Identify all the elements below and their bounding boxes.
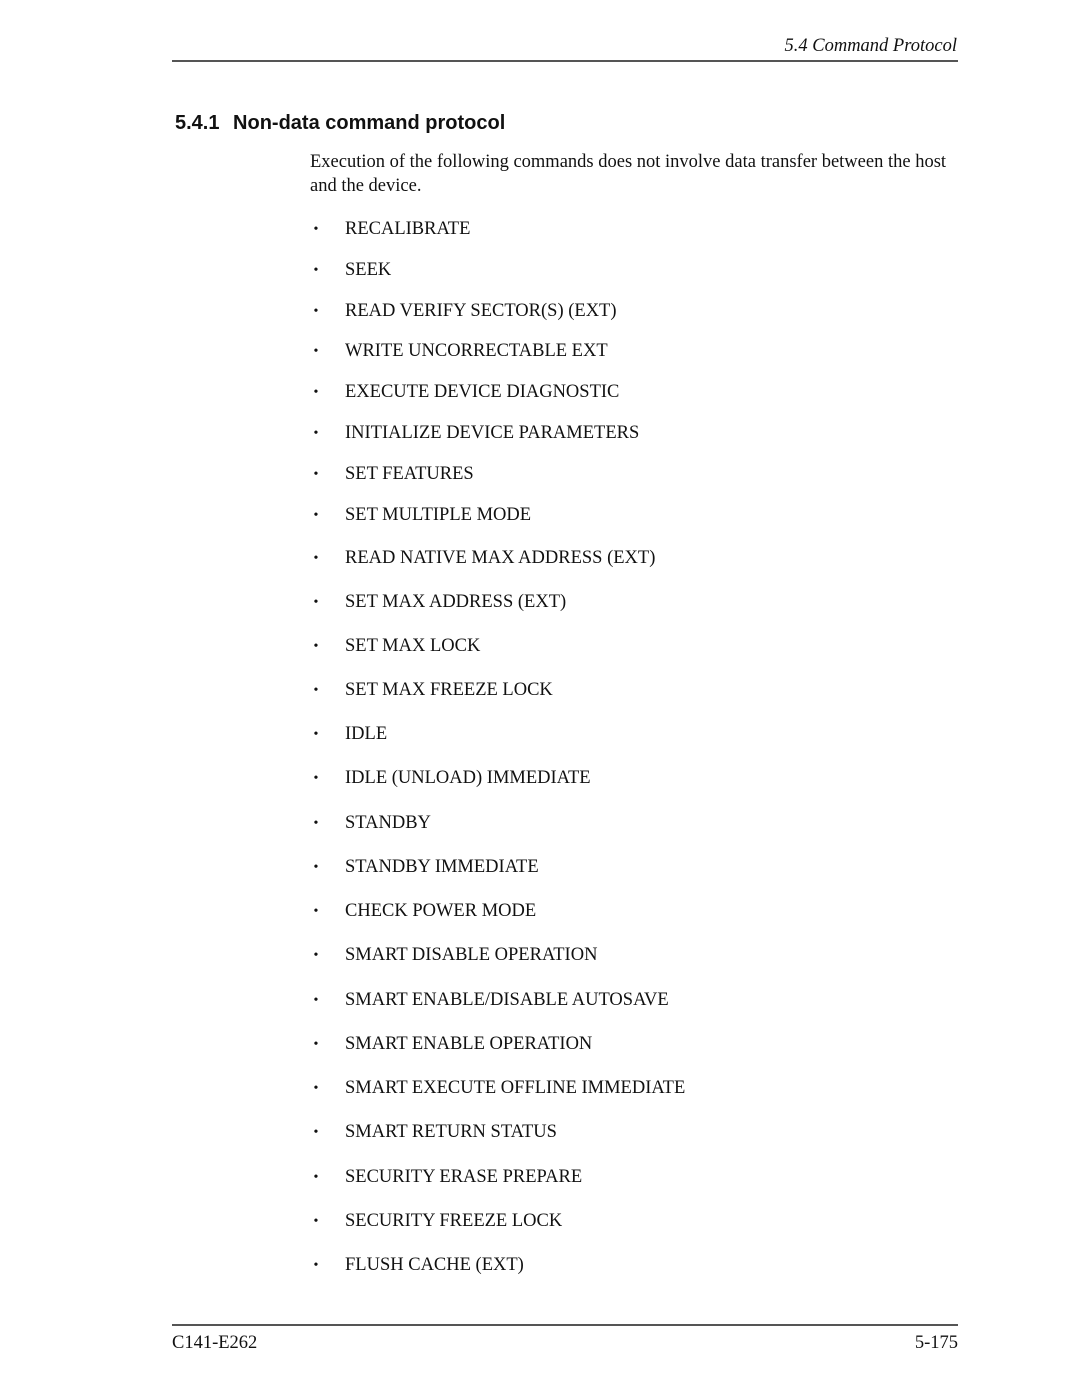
command-list-item: • WRITE UNCORRECTABLE EXT: [305, 339, 905, 363]
bullet-icon: •: [313, 948, 319, 963]
command-name: FLUSH CACHE (EXT): [345, 1255, 524, 1275]
bullet-icon: •: [313, 344, 319, 359]
running-header: 5.4 Command Protocol: [784, 36, 958, 56]
command-list-item: • SECURITY ERASE PREPARE: [305, 1165, 905, 1189]
bullet-icon: •: [313, 1214, 319, 1229]
command-name: SECURITY ERASE PREPARE: [345, 1167, 583, 1187]
command-name: IDLE: [345, 724, 388, 744]
bullet-icon: •: [313, 683, 319, 698]
command-list-item: • STANDBY IMMEDIATE: [305, 855, 905, 879]
bullet-icon: •: [313, 816, 319, 831]
bullet-icon: •: [313, 904, 319, 919]
command-name: SET FEATURES: [345, 464, 474, 484]
command-list-item: • CHECK POWER MODE: [305, 899, 905, 923]
command-name: WRITE UNCORRECTABLE EXT: [345, 341, 608, 361]
command-name: READ VERIFY SECTOR(S) (EXT): [345, 301, 617, 321]
command-name: SET MAX FREEZE LOCK: [345, 680, 553, 700]
command-list-item: • SET MULTIPLE MODE: [305, 503, 905, 527]
command-name: CHECK POWER MODE: [345, 901, 537, 921]
bullet-icon: •: [313, 467, 319, 482]
bullet-icon: •: [313, 1081, 319, 1096]
command-list-item: • SECURITY FREEZE LOCK: [305, 1209, 905, 1233]
bullet-icon: •: [313, 1037, 319, 1052]
command-name: SET MAX ADDRESS (EXT): [345, 592, 567, 612]
command-name: SET MAX LOCK: [345, 636, 481, 656]
footer-rule: [172, 1324, 958, 1326]
bullet-icon: •: [313, 1258, 319, 1273]
section-title: Non-data command protocol: [233, 112, 506, 134]
command-list-item: • READ VERIFY SECTOR(S) (EXT): [305, 299, 905, 323]
command-list-item: • READ NATIVE MAX ADDRESS (EXT): [305, 546, 905, 570]
command-list-item: • SET FEATURES: [305, 462, 905, 486]
bullet-icon: •: [313, 222, 319, 237]
command-list-item: • INITIALIZE DEVICE PARAMETERS: [305, 421, 905, 445]
bullet-icon: •: [313, 426, 319, 441]
command-name: READ NATIVE MAX ADDRESS (EXT): [345, 548, 656, 568]
command-name: STANDBY IMMEDIATE: [345, 857, 539, 877]
command-name: EXECUTE DEVICE DIAGNOSTIC: [345, 382, 620, 402]
command-name: SMART EXECUTE OFFLINE IMMEDIATE: [345, 1078, 686, 1098]
bullet-icon: •: [313, 1125, 319, 1140]
bullet-icon: •: [313, 508, 319, 523]
bullet-icon: •: [313, 1170, 319, 1185]
page-number: 5-175: [914, 1333, 958, 1353]
bullet-icon: •: [313, 385, 319, 400]
command-list-item: • SET MAX FREEZE LOCK: [305, 678, 905, 702]
bullet-icon: •: [313, 727, 319, 742]
command-name: SMART RETURN STATUS: [345, 1122, 557, 1142]
bullet-icon: •: [313, 771, 319, 786]
command-name: IDLE (UNLOAD) IMMEDIATE: [345, 768, 591, 788]
command-list-item: • SMART EXECUTE OFFLINE IMMEDIATE: [305, 1076, 905, 1100]
command-list-item: • EXECUTE DEVICE DIAGNOSTIC: [305, 380, 905, 404]
bullet-icon: •: [313, 993, 319, 1008]
command-name: SEEK: [345, 260, 392, 280]
bullet-icon: •: [313, 639, 319, 654]
command-name: RECALIBRATE: [345, 219, 471, 239]
command-name: SMART DISABLE OPERATION: [345, 945, 598, 965]
command-list-item: • SMART ENABLE OPERATION: [305, 1032, 905, 1056]
command-list-item: • RECALIBRATE: [305, 217, 905, 241]
bullet-icon: •: [313, 263, 319, 278]
bullet-icon: •: [313, 860, 319, 875]
command-list-item: • FLUSH CACHE (EXT): [305, 1253, 905, 1277]
command-name: SECURITY FREEZE LOCK: [345, 1211, 563, 1231]
bullet-icon: •: [313, 595, 319, 610]
command-name: INITIALIZE DEVICE PARAMETERS: [345, 423, 640, 443]
intro-paragraph: Execution of the following commands does…: [310, 152, 947, 196]
bullet-icon: •: [313, 304, 319, 319]
command-list-item: • STANDBY: [305, 811, 905, 835]
command-list-item: • SMART ENABLE/DISABLE AUTOSAVE: [305, 988, 905, 1012]
command-list-item: • SET MAX ADDRESS (EXT): [305, 590, 905, 614]
command-list-item: • SEEK: [305, 258, 905, 282]
section-heading: 5.4.1 Non-data command protocol: [175, 110, 505, 136]
command-list-item: • IDLE: [305, 722, 905, 746]
command-name: SMART ENABLE OPERATION: [345, 1034, 593, 1054]
bullet-icon: •: [313, 551, 319, 566]
command-list-item: • SET MAX LOCK: [305, 634, 905, 658]
section-number: 5.4.1: [175, 112, 220, 134]
command-list-item: • SMART DISABLE OPERATION: [305, 943, 905, 967]
command-list-item: • IDLE (UNLOAD) IMMEDIATE: [305, 766, 905, 790]
document-id: C141-E262: [172, 1333, 258, 1353]
command-name: SET MULTIPLE MODE: [345, 505, 532, 525]
command-name: STANDBY: [345, 813, 431, 833]
command-name: SMART ENABLE/DISABLE AUTOSAVE: [345, 990, 669, 1010]
command-list-item: • SMART RETURN STATUS: [305, 1120, 905, 1144]
header-rule: [172, 60, 958, 62]
